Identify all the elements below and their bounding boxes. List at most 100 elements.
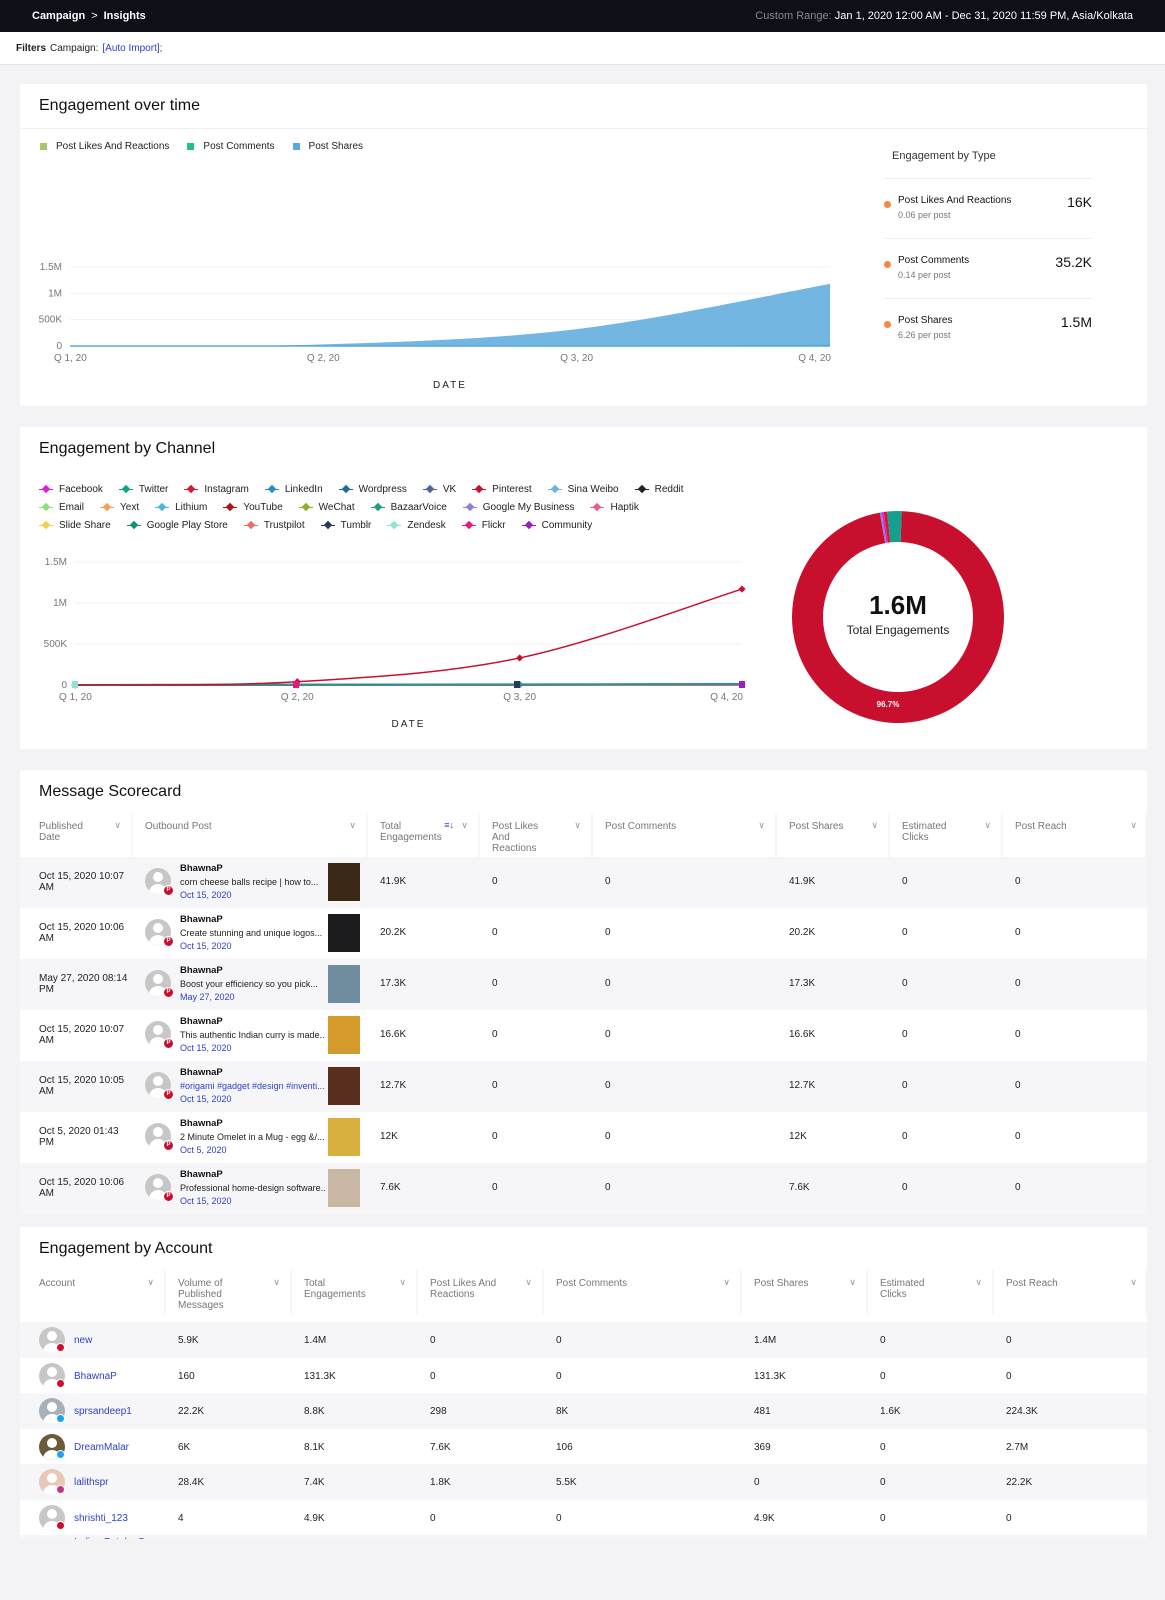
- column-header-post-reach[interactable]: Post Reach ∨: [994, 1270, 1147, 1314]
- chevron-down-icon[interactable]: ∨: [399, 1277, 406, 1288]
- legend-item[interactable]: YouTube: [223, 498, 283, 516]
- post-text[interactable]: This authentic Indian curry is made...: [180, 1030, 325, 1041]
- breadcrumb-campaign[interactable]: Campaign: [32, 10, 85, 22]
- table-row[interactable]: shrishti_123 4 4.9K 0 0 4.9K 0 0: [20, 1500, 1147, 1536]
- post-date-link[interactable]: Oct 15, 2020: [180, 941, 232, 952]
- legend-item[interactable]: Zendesk: [387, 516, 446, 534]
- table-row[interactable]: Oct 5, 2020 01:43 PM P BhawnaP 2 Minute Ome…: [20, 1112, 1147, 1163]
- post-thumbnail[interactable]: [328, 914, 360, 952]
- account-name-link[interactable]: lalithspr: [74, 1477, 108, 1488]
- table-row[interactable]: May 27, 2020 08:14 PM P BhawnaP Boost your …: [20, 959, 1147, 1010]
- post-date-link[interactable]: Oct 15, 2020: [180, 1196, 232, 1207]
- chevron-down-icon[interactable]: ∨: [984, 820, 991, 831]
- date-range[interactable]: Custom Range: Jan 1, 2020 12:00 AM - Dec…: [755, 10, 1133, 22]
- chevron-down-icon[interactable]: ∨: [525, 1277, 532, 1288]
- chevron-down-icon[interactable]: ∨: [758, 820, 765, 831]
- column-header-post-shares[interactable]: Post Shares ∨: [742, 1270, 868, 1314]
- account-name-link[interactable]: shrishti_123: [74, 1513, 128, 1524]
- post-thumbnail[interactable]: [328, 1118, 360, 1156]
- chevron-down-icon[interactable]: ∨: [461, 820, 468, 831]
- column-header-outbound-post[interactable]: Outbound Post ∨: [133, 813, 368, 857]
- post-thumbnail[interactable]: [328, 1016, 360, 1054]
- legend-item[interactable]: Reddit: [634, 480, 684, 498]
- table-row[interactable]: lalithspr 28.4K 7.4K 1.8K 5.5K 0 0 22.2K: [20, 1464, 1147, 1500]
- legend-item[interactable]: Trustpilot: [243, 516, 305, 534]
- account-name-link[interactable]: DreamMalar: [74, 1442, 129, 1453]
- legend-item[interactable]: Email: [39, 498, 84, 516]
- column-header-post-likes-and-reactions[interactable]: Post Likes And Reactions ∨: [418, 1270, 544, 1314]
- post-thumbnail[interactable]: [328, 1067, 360, 1105]
- chevron-down-icon[interactable]: ∨: [849, 1277, 856, 1288]
- chevron-down-icon[interactable]: ∨: [273, 1277, 280, 1288]
- chevron-down-icon[interactable]: ∨: [574, 820, 581, 831]
- account-name-link[interactable]: new: [74, 1335, 92, 1346]
- post-thumbnail[interactable]: [328, 1169, 360, 1207]
- column-header-volume-of-published-messages[interactable]: Volume of Published Messages ∨: [166, 1270, 292, 1314]
- legend-item[interactable]: Twitter: [118, 480, 168, 498]
- chevron-down-icon[interactable]: ∨: [1130, 1277, 1137, 1288]
- column-header-estimated-clicks[interactable]: Estimated Clicks ∨: [890, 813, 1003, 857]
- legend-item[interactable]: Wordpress: [338, 480, 407, 498]
- legend-item[interactable]: Post Comments: [187, 137, 275, 155]
- post-text[interactable]: Create stunning and unique logos...: [180, 928, 325, 939]
- post-date-link[interactable]: Oct 15, 2020: [180, 890, 232, 901]
- table-row[interactable]: sprsandeep1 22.2K 8.8K 298 8K 481 1.6K 224.3K: [20, 1393, 1147, 1429]
- account-name-link[interactable]: sprsandeep1: [74, 1406, 132, 1417]
- legend-item[interactable]: Instagram: [184, 480, 249, 498]
- column-header-post-reach[interactable]: Post Reach ∨: [1003, 813, 1147, 857]
- legend-item[interactable]: Google My Business: [462, 498, 574, 516]
- legend-item[interactable]: Community: [521, 516, 592, 534]
- post-text[interactable]: Professional home-design software...: [180, 1183, 325, 1194]
- chevron-down-icon[interactable]: ∨: [723, 1277, 730, 1288]
- chevron-down-icon[interactable]: ∨: [1130, 820, 1137, 831]
- post-date-link[interactable]: Oct 15, 2020: [180, 1043, 232, 1054]
- column-header-total-engagements[interactable]: Total Engagements ∨ ≡↓: [368, 813, 480, 857]
- legend-item[interactable]: Pinterest: [472, 480, 532, 498]
- post-date-link[interactable]: Oct 15, 2020: [180, 1094, 232, 1105]
- chevron-down-icon[interactable]: ∨: [871, 820, 878, 831]
- table-row[interactable]: BhawnaP 160 131.3K 0 0 131.3K 0 0: [20, 1358, 1147, 1394]
- chevron-down-icon[interactable]: ∨: [147, 1277, 154, 1288]
- chevron-down-icon[interactable]: ∨: [114, 820, 121, 831]
- table-row[interactable]: Oct 15, 2020 10:07 AM P BhawnaP This authen…: [20, 1010, 1147, 1061]
- legend-item[interactable]: WeChat: [298, 498, 355, 516]
- legend-item[interactable]: Yext: [100, 498, 139, 516]
- table-row[interactable]: Oct 15, 2020 10:07 AM P BhawnaP corn cheese…: [20, 857, 1147, 908]
- legend-item[interactable]: Lithium: [155, 498, 207, 516]
- column-header-total-engagements[interactable]: Total Engagements ∨: [292, 1270, 418, 1314]
- legend-item[interactable]: Haptik: [590, 498, 639, 516]
- table-row[interactable]: DreamMalar 6K 8.1K 7.6K 106 369 0 2.7M: [20, 1429, 1147, 1465]
- post-thumbnail[interactable]: [328, 965, 360, 1003]
- column-header-published-date[interactable]: Published Date ∨: [20, 813, 133, 857]
- legend-item[interactable]: VK: [422, 480, 456, 498]
- legend-item[interactable]: Flickr: [461, 516, 506, 534]
- legend-item[interactable]: Google Play Store: [126, 516, 228, 534]
- column-header-account[interactable]: Account ∨: [20, 1270, 166, 1314]
- chevron-down-icon[interactable]: ∨: [349, 820, 356, 831]
- chevron-down-icon[interactable]: ∨: [975, 1277, 982, 1288]
- campaign-filter-value[interactable]: [Auto Import];: [102, 43, 162, 54]
- account-name-link[interactable]: BhawnaP: [74, 1371, 117, 1382]
- legend-item[interactable]: LinkedIn: [264, 480, 323, 498]
- legend-item[interactable]: Facebook: [39, 480, 103, 498]
- post-text[interactable]: Boost your efficiency so you pick...: [180, 979, 325, 990]
- post-text[interactable]: 2 Minute Omelet in a Mug - egg &/...: [180, 1132, 325, 1143]
- table-row[interactable]: Oct 15, 2020 10:05 AM P BhawnaP #origami #g…: [20, 1061, 1147, 1112]
- column-header-post-shares[interactable]: Post Shares ∨: [777, 813, 890, 857]
- column-header-post-comments[interactable]: Post Comments ∨: [544, 1270, 742, 1314]
- table-row[interactable]: Oct 15, 2020 10:06 AM P BhawnaP Professiona…: [20, 1163, 1147, 1214]
- column-header-post-comments[interactable]: Post Comments ∨: [593, 813, 777, 857]
- post-text[interactable]: corn cheese balls recipe | how to...: [180, 877, 325, 888]
- post-text[interactable]: #origami #gadget #design #inventi...: [180, 1081, 325, 1092]
- sort-descending-icon[interactable]: ≡↓: [444, 820, 454, 831]
- post-thumbnail[interactable]: [328, 863, 360, 901]
- legend-item[interactable]: BazaarVoice: [370, 498, 447, 516]
- legend-item[interactable]: Sina Weibo: [547, 480, 619, 498]
- column-header-estimated-clicks[interactable]: Estimated Clicks ∨: [868, 1270, 994, 1314]
- post-date-link[interactable]: Oct 5, 2020: [180, 1145, 227, 1156]
- legend-item[interactable]: Tumblr: [320, 516, 371, 534]
- column-header-post-likes-and-reactions[interactable]: Post Likes And Reactions ∨: [480, 813, 593, 857]
- legend-item[interactable]: Post Shares: [292, 137, 363, 155]
- table-row[interactable]: Oct 15, 2020 10:06 AM P BhawnaP Create stun…: [20, 908, 1147, 959]
- legend-item[interactable]: Post Likes And Reactions: [40, 137, 169, 155]
